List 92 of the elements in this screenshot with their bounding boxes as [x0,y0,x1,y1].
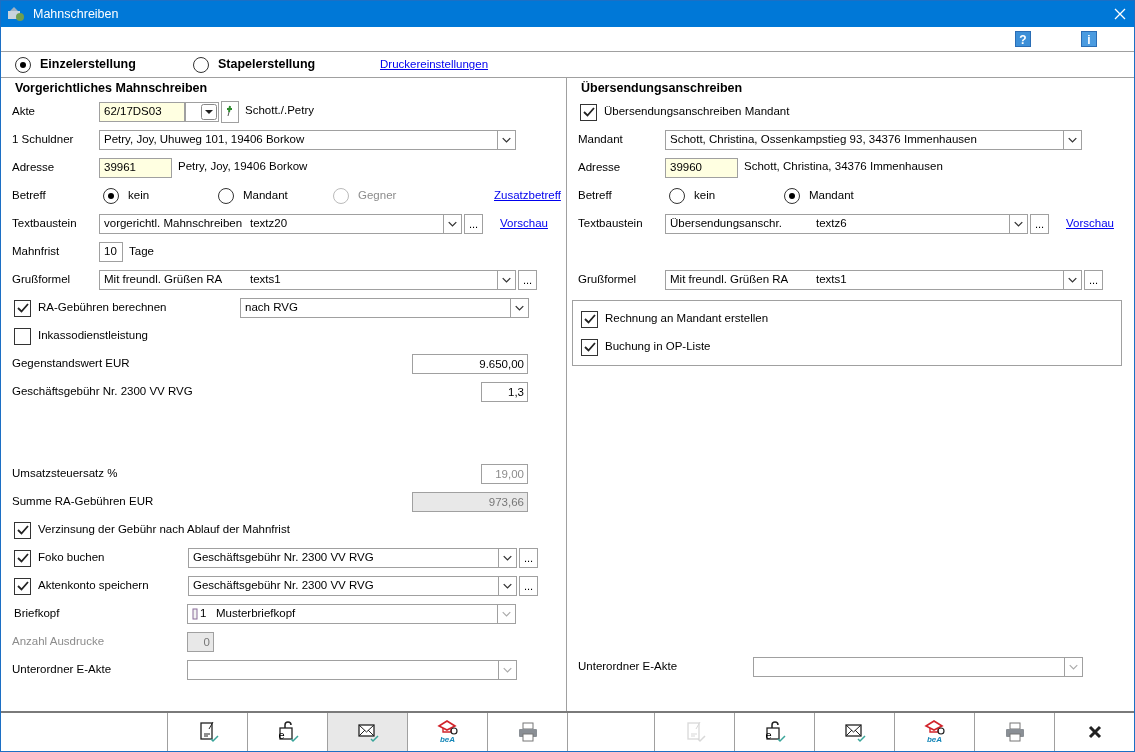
preview-link[interactable]: Vorschau [500,215,548,233]
section-title: Vorgerichtliches Mahnschreiben [14,80,209,97]
checkbox-label: Foko buchen [38,550,106,566]
field-label: Umsatzsteuersatz % [12,466,118,482]
checkbox-label: Verzinsung der Gebühr nach Ablauf der Mahnfrist [38,522,290,538]
checkbox-label: Übersendungsanschreiben Mandant [604,104,790,120]
printer-settings-link[interactable]: Druckereinstellungen [380,55,489,74]
radio-button[interactable] [193,56,209,73]
field-label: 1 Schuldner [12,132,75,148]
checkbox-label: Rechnung an Mandant erstellen [605,311,769,327]
checkbox[interactable] [14,299,31,317]
close-icon [1086,724,1103,740]
checkbox-label: Aktenkonto speichern [38,578,150,594]
field-label: Mahnfrist [12,244,61,260]
checkbox[interactable] [14,521,31,539]
additional-subject-link[interactable]: Zusatzbetreff [494,187,561,205]
field-label: Adresse [578,160,622,176]
radio-label: Mandant [243,188,288,204]
address-field[interactable]: 39961 [99,158,172,178]
dropdown[interactable]: Schott, Christina, Ossenkampstieg 93, 34376 Immenhausen [665,130,1082,150]
amount-field[interactable]: 9.650,00 [412,354,528,374]
address-field[interactable]: 39960 [665,158,738,178]
field-label: Adresse [12,160,56,176]
dropdown[interactable]: Mit freundl. Grüßen RA texts1 [99,270,516,290]
more-button[interactable]: ... [519,548,538,568]
field-label: Anzahl Ausdrucke [12,634,106,650]
dropdown[interactable]: nach RVG [240,298,529,318]
dropdown[interactable]: Geschäftsgebühr Nr. 2300 VV RVG [188,576,517,596]
dropdown[interactable] [753,657,1083,677]
field-label: Akte [12,104,36,120]
radio-label: kein [128,188,150,204]
period-field[interactable]: 10 [99,242,123,262]
field-label: Gegenstandswert EUR [12,356,130,372]
field-label: Mandant [578,132,624,148]
unit-label: Tage [129,244,154,260]
more-button[interactable]: ... [519,576,538,596]
checkbox[interactable] [581,338,598,356]
checkbox-label: Buchung in OP-Liste [605,339,711,355]
dropdown[interactable]: Petry, Joy, Uhuweg 101, 19406 Borkow [99,130,516,150]
pin-button[interactable] [221,101,239,123]
section-title: Übersendungsanschreiben [580,80,744,97]
amount-field[interactable]: 973,66 [412,492,528,512]
window-title: Mahnschreiben [33,5,119,23]
field-label: Betreff [578,188,613,204]
checkbox-label: RA-Gebühren berechnen [38,300,168,316]
checkbox[interactable] [581,310,598,328]
field-label: Geschäftsgebühr Nr. 2300 VV RVG [12,384,193,400]
more-button[interactable]: ... [518,270,537,290]
more-button[interactable]: ... [464,214,483,234]
app-icon [7,6,25,22]
amount-field[interactable]: 1,3 [481,382,528,402]
field-label: Unterordner E-Akte [578,659,679,675]
radio-label: Mandant [809,188,854,204]
checkbox[interactable] [14,549,31,567]
checkbox[interactable] [14,577,31,595]
radio-label: Stapelerstellung [218,56,316,74]
close-icon[interactable] [1114,8,1126,20]
radio-button[interactable] [15,56,31,73]
toolbar-button[interactable] [327,713,407,751]
radio-label: Gegner [358,188,397,204]
field-label: Grußformel [12,272,72,288]
dropdown[interactable]: Übersendungsanschr. textz6 [665,214,1028,234]
radio-button[interactable] [218,188,234,204]
field-label: Textbaustein [12,216,78,232]
field-label: Briefkopf [13,606,61,622]
dropdown[interactable]: Mit freundl. Grüßen RA texts1 [665,270,1082,290]
radio-button[interactable] [784,188,800,204]
checkbox[interactable] [14,327,31,345]
field-label: Grußformel [578,272,638,288]
document-icon [192,608,200,620]
field-label: Summe RA-Gebühren EUR [12,494,154,510]
radio-button[interactable] [103,188,119,204]
radio-label: Einzelerstellung [40,56,136,74]
dropdown[interactable]: Geschäftsgebühr Nr. 2300 VV RVG [188,548,517,568]
dropdown[interactable] [187,660,517,680]
field-label: Unterordner E-Akte [12,662,113,678]
file-name: Schott./.Petry [245,103,315,118]
file-field[interactable]: 62/17DS03 [99,102,185,122]
more-button[interactable]: ... [1030,214,1049,234]
field-label: Betreff [12,188,47,204]
more-button[interactable]: ... [1084,270,1103,290]
address-text: Petry, Joy, 19406 Borkow [178,159,308,174]
dropdown[interactable]: 1 Musterbriefkopf [187,604,516,624]
checkbox-label: Inkassodienstleistung [38,328,148,344]
address-text: Schott, Christina, 34376 Immenhausen [744,159,943,174]
radio-button[interactable] [669,188,685,204]
field-label: Textbaustein [578,216,644,232]
dropdown-button[interactable] [185,102,219,122]
preview-link[interactable]: Vorschau [1066,215,1114,233]
radio-label: kein [694,188,716,204]
checkbox[interactable] [580,103,597,121]
dropdown[interactable]: vorgerichtl. Mahnschreiben textz20 [99,214,462,234]
